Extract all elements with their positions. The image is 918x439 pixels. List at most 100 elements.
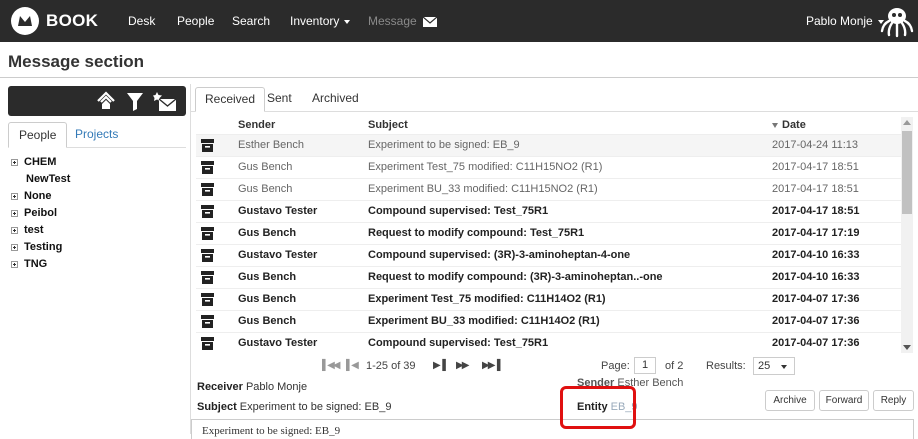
nav-search[interactable]: Search xyxy=(232,14,270,28)
row-sender: Gus Bench xyxy=(238,315,297,327)
results-select[interactable]: 25 xyxy=(753,357,795,375)
table-row[interactable]: Esther Bench Experiment to be signed: EB_… xyxy=(196,134,906,156)
expand-icon[interactable] xyxy=(11,158,18,166)
row-sender: Gustavo Tester xyxy=(238,337,318,349)
tab-received[interactable]: Received xyxy=(195,87,266,112)
first-page-icon[interactable]: ▌◀◀ xyxy=(322,360,341,371)
scroll-thumb[interactable] xyxy=(902,131,912,214)
message-body: Experiment to be signed: EB_9 xyxy=(191,419,914,439)
expand-icon[interactable] xyxy=(11,192,18,200)
row-date: 2017-04-10 16:33 xyxy=(772,249,860,261)
left-panel: People Projects CHEM NewTest None Peibol… xyxy=(8,86,186,434)
archive-button[interactable]: Archive xyxy=(765,390,815,411)
tree-item-label: Peibol xyxy=(24,207,58,219)
receiver-value: Pablo Monje xyxy=(245,381,308,393)
prev-page-icon[interactable]: ▌◀ xyxy=(346,360,359,371)
row-sender: Gus Bench xyxy=(238,183,293,195)
page-label: Page: xyxy=(601,360,630,372)
octopus-mascot-icon[interactable] xyxy=(880,4,914,38)
octopus-logo-icon xyxy=(11,7,39,35)
filter-icon[interactable] xyxy=(126,90,144,112)
table-row[interactable]: Gus Bench Experiment BU_33 modified: C11H… xyxy=(196,178,906,200)
nav-message[interactable]: Message xyxy=(368,14,438,28)
row-subject: Experiment Test_75 modified: C11H15NO2 (… xyxy=(368,161,603,173)
row-date: 2017-04-17 18:51 xyxy=(772,161,859,173)
column-sender[interactable]: Sender xyxy=(238,117,363,134)
tree-item-tng[interactable]: TNG xyxy=(8,256,186,273)
sort-desc-icon xyxy=(772,122,778,128)
row-date: 2017-04-10 16:33 xyxy=(772,271,860,283)
row-date: 2017-04-24 11:13 xyxy=(772,139,859,151)
row-subject: Experiment BU_33 modified: C11H14O2 (R1) xyxy=(368,315,600,327)
page-input[interactable]: 1 xyxy=(634,357,656,374)
tab-projects[interactable]: Projects xyxy=(65,122,128,148)
row-subject: Experiment to be signed: EB_9 xyxy=(368,139,520,151)
scroll-up-icon[interactable] xyxy=(903,120,911,125)
tree-item-newtest[interactable]: NewTest xyxy=(8,171,186,188)
column-date[interactable]: Date xyxy=(772,117,902,134)
tree-item-peibol[interactable]: Peibol xyxy=(8,205,186,222)
tab-sent[interactable]: Sent xyxy=(258,87,301,112)
tree-item-label: test xyxy=(24,224,44,236)
subject-label: Subject xyxy=(197,401,237,413)
row-subject: Compound supervised: Test_75R1 xyxy=(368,337,549,349)
user-name: Pablo Monje xyxy=(806,14,873,28)
new-message-icon[interactable] xyxy=(152,90,178,112)
left-toolbar xyxy=(8,86,186,116)
brand-name: BOOK xyxy=(46,11,99,30)
row-sender: Gus Bench xyxy=(238,161,293,173)
expand-icon[interactable] xyxy=(11,226,18,234)
scroll-down-icon[interactable] xyxy=(903,345,911,350)
next-page-icon[interactable]: ▶▐ xyxy=(433,360,446,371)
row-sender: Gus Bench xyxy=(238,293,297,305)
row-date: 2017-04-17 17:19 xyxy=(772,227,860,239)
nav-people[interactable]: People xyxy=(177,14,214,28)
brand[interactable]: BOOK xyxy=(11,7,98,35)
column-date-label: Date xyxy=(782,119,806,131)
archive-box-icon[interactable] xyxy=(201,337,214,358)
forward-button[interactable]: Forward xyxy=(819,390,869,411)
message-tabs: Received Sent Archived xyxy=(191,84,918,112)
table-row[interactable]: Gus Bench Experiment BU_33 modified: C11H… xyxy=(196,310,906,332)
table-row[interactable]: Gus Bench Experiment Test_75 modified: C1… xyxy=(196,288,906,310)
annotation-highlight xyxy=(560,386,636,429)
table-row[interactable]: Gus Bench Request to modify compound: (3R… xyxy=(196,266,906,288)
top-navbar: BOOK Desk People Search Inventory Messag… xyxy=(0,0,918,42)
nav-message-label: Message xyxy=(368,14,417,28)
tree-item-testing[interactable]: Testing xyxy=(8,239,186,256)
tree-item-label: TNG xyxy=(24,258,48,270)
row-subject: Experiment BU_33 modified: C11H15NO2 (R1… xyxy=(368,183,598,195)
table-row[interactable]: Gus Bench Request to modify compound: Tes… xyxy=(196,222,906,244)
table-row[interactable]: Gus Bench Experiment Test_75 modified: C1… xyxy=(196,156,906,178)
row-date: 2017-04-17 18:51 xyxy=(772,205,860,217)
nav-desk[interactable]: Desk xyxy=(128,14,155,28)
table-body: Esther Bench Experiment to be signed: EB_… xyxy=(196,134,906,354)
expand-icon[interactable] xyxy=(11,209,18,217)
row-date: 2017-04-07 17:36 xyxy=(772,293,860,305)
last-page-icon[interactable]: ▶▶▐ xyxy=(482,360,501,371)
next-fast-icon[interactable]: ▶▶ xyxy=(456,360,469,371)
pagination: ▌◀◀ ▌◀ 1-25 of 39 ▶▐ ▶▶ ▶▶▐ Page: 1 of 2… xyxy=(191,356,918,376)
tree-item-test[interactable]: test xyxy=(8,222,186,239)
tree-item-chem[interactable]: CHEM xyxy=(8,154,186,171)
table-row[interactable]: Gustavo Tester Compound supervised: Test_… xyxy=(196,332,906,354)
table-row[interactable]: Gustavo Tester Compound supervised: Test_… xyxy=(196,200,906,222)
tab-people[interactable]: People xyxy=(8,122,68,148)
nav-inventory[interactable]: Inventory xyxy=(290,14,351,28)
table-scrollbar[interactable] xyxy=(901,117,913,353)
results-value: 25 xyxy=(758,360,771,372)
table-row[interactable]: Gustavo Tester Compound supervised: (3R)-… xyxy=(196,244,906,266)
tab-archived[interactable]: Archived xyxy=(303,87,368,112)
reply-button[interactable]: Reply xyxy=(873,390,914,411)
row-sender: Gus Bench xyxy=(238,227,297,239)
table-header: Sender Subject Date xyxy=(196,117,906,134)
tree-item-none[interactable]: None xyxy=(8,188,186,205)
receiver-label: Receiver xyxy=(197,381,243,393)
message-body-text: Experiment to be signed: EB_9 xyxy=(202,425,341,437)
expand-icon[interactable] xyxy=(11,243,18,251)
user-menu[interactable]: Pablo Monje xyxy=(806,14,884,28)
expand-icon[interactable] xyxy=(11,260,18,268)
subject-value: Experiment to be signed: EB_9 xyxy=(239,401,392,413)
home-icon[interactable] xyxy=(95,90,117,112)
column-subject[interactable]: Subject xyxy=(368,117,768,134)
